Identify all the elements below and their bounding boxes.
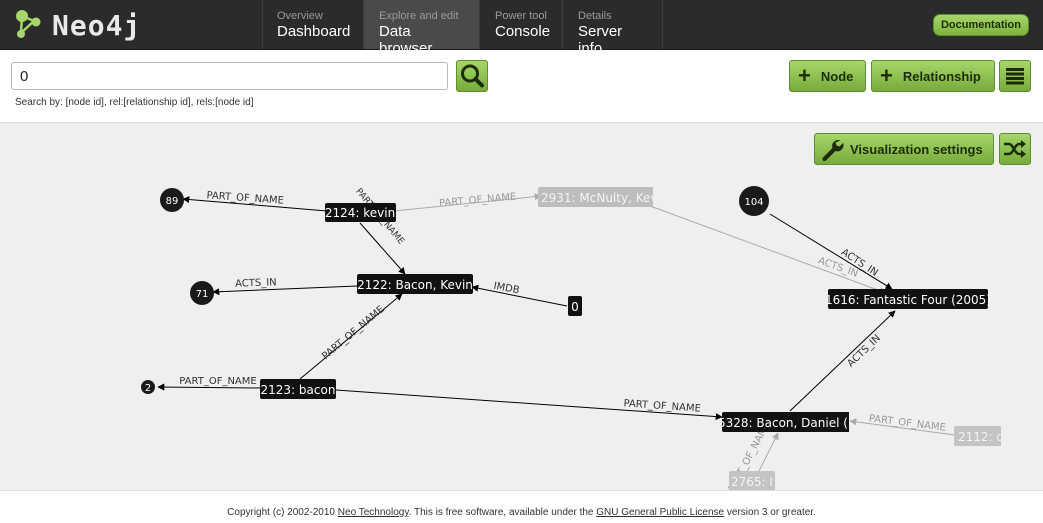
search-bar-area: Search by: [node id], rel:[relationship … (0, 50, 1043, 123)
edge-label: ACTS_IN (845, 333, 883, 370)
graph-canvas[interactable]: PART_OF_NAME PART_OF_NAME PART_OF_NAME A… (0, 123, 1043, 490)
graph-edge-labels: PART_OF_NAME PART_OF_NAME PART_OF_NAME A… (179, 187, 946, 490)
tab-dashboard[interactable]: Overview Dashboard (262, 0, 363, 49)
tab-console[interactable]: Power tool Console (480, 0, 562, 49)
node-2931-clip: 2931: McNulty, Kevin (538, 187, 668, 207)
tab-console-subtitle: Power tool (495, 10, 547, 22)
add-relationship-label: Relationship (902, 68, 981, 84)
node-104-label: 104 (744, 197, 763, 208)
plus-icon: + (880, 63, 893, 88)
visualization-settings-label: Visualization settings (850, 141, 983, 157)
node-0-label: 0 (571, 300, 579, 314)
node-2765-clip: 2765: I (729, 471, 775, 490)
add-node-label: Node (820, 68, 854, 84)
add-relationship-button[interactable]: + Relationship (871, 60, 995, 92)
graph-visualization[interactable]: PART_OF_NAME PART_OF_NAME PART_OF_NAME A… (0, 123, 1043, 490)
documentation-button[interactable]: Documentation (932, 14, 1029, 36)
edge-label: PART_OF_NAME (623, 398, 701, 414)
edge-label: ACTS_IN (235, 277, 277, 289)
neo4j-logo[interactable]: Neo4j (12, 4, 141, 46)
node-2123-label: 2123: bacon (261, 383, 336, 397)
edge-5328-1616[interactable] (789, 310, 896, 412)
node-71-label: 71 (196, 289, 209, 300)
node-2112-label: 2112: d (958, 430, 1004, 444)
logo-text: Neo4j (52, 8, 142, 42)
list-view-button[interactable] (999, 60, 1031, 92)
edge-label: PART_OF_NAME (868, 413, 946, 433)
edge-label: PART_OF_NAME (179, 376, 256, 387)
node-89-label: 89 (166, 196, 179, 207)
wrench-icon (822, 140, 844, 161)
search-button[interactable] (456, 60, 488, 92)
node-1616-label: 1616: Fantastic Four (2005) (825, 293, 991, 307)
node-2122-label: 2122: Bacon, Kevin (357, 278, 473, 292)
edge-label: IMDB (493, 281, 521, 297)
node-5328-label: 5328: Bacon, Daniel (I) (718, 416, 856, 430)
top-header: Neo4j Overview Dashboard Explore and edi… (0, 0, 1043, 57)
tab-separator (662, 0, 663, 49)
edge-2123-2[interactable] (157, 383, 262, 391)
search-input[interactable] (11, 62, 448, 90)
tab-data-browser-subtitle: Explore and edit (379, 10, 459, 22)
neo4j-logo-icon (16, 10, 41, 38)
edge-label: PART_OF_NAME (439, 192, 517, 210)
graph-nodes: 89 2124: kevin 2931: McNulty, Kevin 104 … (141, 186, 1004, 490)
footer: Copyright (c) 2002-2010 Neo Technology. … (0, 490, 1043, 523)
node-5328-clip: 5328: Bacon, Daniel (I) (718, 412, 856, 432)
node-2931-label: 2931: McNulty, Kevin (541, 191, 668, 205)
footer-copyright: Copyright (c) 2002-2010 Neo Technology. … (0, 507, 1043, 518)
tab-dashboard-label: Dashboard (277, 23, 351, 40)
tab-dashboard-subtitle: Overview (277, 10, 323, 22)
plus-icon: + (798, 63, 811, 88)
tab-data-browser[interactable]: Explore and edit Data browser (364, 0, 479, 57)
shuffle-layout-button[interactable] (999, 133, 1031, 165)
visualization-settings-button[interactable]: Visualization settings (814, 133, 994, 165)
search-icon (461, 64, 484, 88)
node-2765-label: 2765: I (731, 475, 773, 489)
footer-middle: . This is free software, available under… (408, 507, 597, 518)
neo-technology-link[interactable]: Neo Technology (338, 507, 409, 518)
tab-server-info[interactable]: Details Server info (563, 0, 662, 57)
footer-suffix: version 3 or greater. (724, 507, 816, 518)
add-node-button[interactable]: + Node (789, 60, 866, 92)
tab-console-label: Console (495, 23, 551, 40)
search-hint: Search by: [node id], rel:[relationship … (15, 97, 254, 108)
footer-prefix: Copyright (c) 2002-2010 (227, 507, 338, 518)
tab-server-info-subtitle: Details (578, 10, 612, 22)
node-2112-clip: 2112: d (954, 426, 1004, 446)
gpl-license-link[interactable]: GNU General Public License (596, 507, 724, 518)
list-icon (1006, 68, 1024, 85)
shuffle-icon (1004, 140, 1026, 158)
node-2-label: 2 (145, 383, 151, 394)
node-2124-label: 2124: kevin (325, 206, 395, 220)
edge-2931-1616[interactable] (641, 202, 887, 295)
edge-label: PART_OF_NAME (320, 304, 386, 362)
